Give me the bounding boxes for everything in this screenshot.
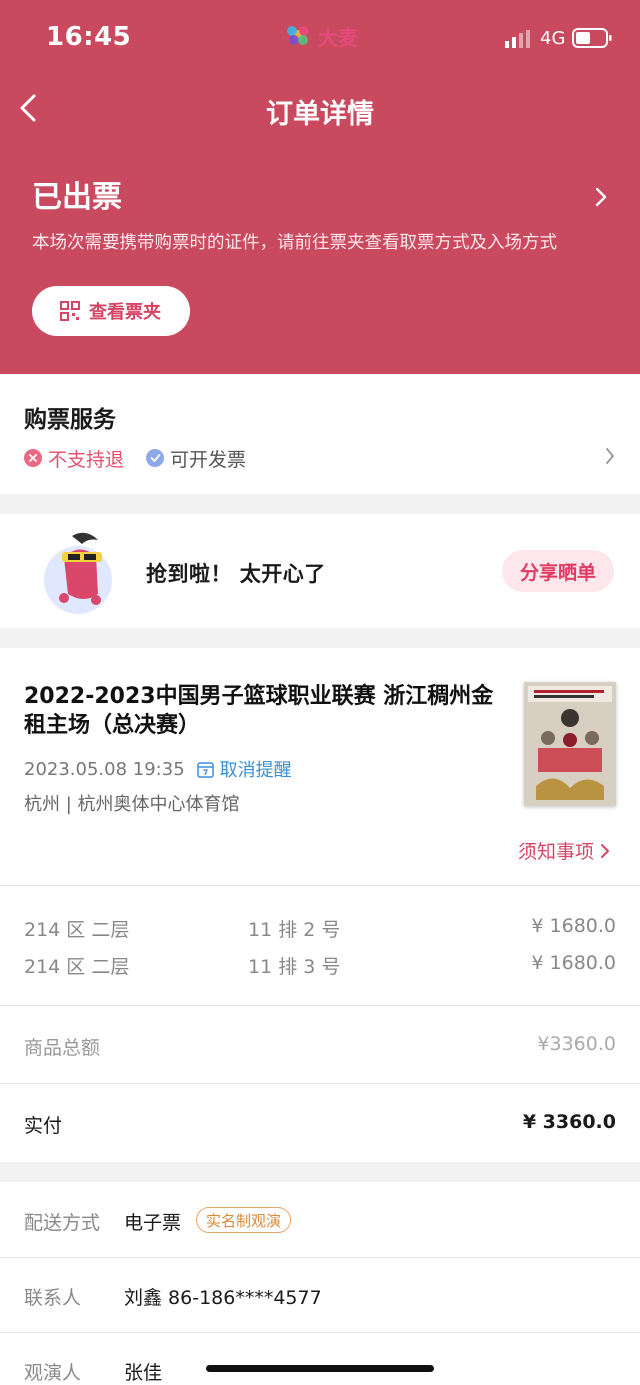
share-message: 抢到啦！ 太开心了 xyxy=(146,562,326,586)
event-card: 2022-2023中国男子篮球职业联赛 浙江稠州金租主场（总决赛） 2023.0… xyxy=(0,648,640,1162)
network-type: 4G xyxy=(540,28,566,49)
viewer-label: 观演人 xyxy=(24,1362,82,1384)
real-name-badge: 实名制观演 xyxy=(196,1207,292,1233)
order-status-header: 16:45 大麦 4G 订单详情 已出票 本场次需要携带购票时的证件，请前往票夹… xyxy=(0,0,640,374)
event-time-row: 2023.05.08 19:35 取消提醒 xyxy=(24,756,292,782)
calendar-icon[interactable] xyxy=(196,761,214,778)
chevron-right-icon[interactable] xyxy=(604,446,616,466)
share-card: 抢到啦！ 太开心了 分享晒单 xyxy=(0,514,640,628)
page-title: 订单详情 xyxy=(266,99,374,130)
paid-row: 实付 ¥ 3360.0 xyxy=(24,1111,616,1138)
home-indicator[interactable] xyxy=(206,1365,434,1372)
goods-total-label: 商品总额 xyxy=(24,1037,101,1059)
seat-price: ¥ 1680.0 xyxy=(531,915,616,937)
delivery-method-label: 配送方式 xyxy=(24,1212,101,1234)
notice-link[interactable]: 须知事项 xyxy=(518,837,610,864)
event-poster-image[interactable] xyxy=(524,682,616,806)
qr-code-icon xyxy=(60,301,80,321)
seat-area: 214 区 二层 xyxy=(24,919,130,941)
share-order-button[interactable]: 分享晒单 xyxy=(502,550,614,592)
signal-icon xyxy=(505,30,530,48)
service-tags: 不支持退 可开发票 xyxy=(24,444,246,472)
navigation-bar: 订单详情 xyxy=(0,80,640,136)
viewer-value: 张佳 xyxy=(124,1362,163,1384)
purchase-service-title: 购票服务 xyxy=(24,407,116,433)
goods-total-row: 商品总额 ¥3360.0 xyxy=(24,1033,616,1060)
event-venue: 杭州 | 杭州奥体中心体育馆 xyxy=(24,794,240,815)
view-ticket-wallet-label: 查看票夹 xyxy=(89,302,161,323)
purchase-service-card[interactable]: 购票服务 不支持退 可开发票 xyxy=(0,374,640,494)
divider xyxy=(0,885,640,886)
brand-text: 大麦 xyxy=(318,26,358,50)
seat-number: 11 排 3 号 xyxy=(248,956,341,978)
divider xyxy=(0,1257,640,1258)
paid-label: 实付 xyxy=(24,1115,63,1137)
status-bar: 16:45 大麦 4G xyxy=(0,0,640,74)
notice-label: 须知事项 xyxy=(518,841,595,863)
delivery-method-value: 电子票 xyxy=(124,1212,182,1234)
mascot-illustration xyxy=(44,532,112,614)
view-ticket-wallet-button[interactable]: 查看票夹 xyxy=(32,286,190,336)
divider xyxy=(0,1083,640,1084)
divider xyxy=(0,1005,640,1006)
event-title[interactable]: 2022-2023中国男子篮球职业联赛 浙江稠州金租主场（总决赛） xyxy=(24,682,504,740)
battery-icon xyxy=(572,28,612,48)
status-time: 16:45 xyxy=(46,22,132,52)
seat-price: ¥ 1680.0 xyxy=(531,952,616,974)
seat-area: 214 区 二层 xyxy=(24,956,130,978)
no-refund-icon xyxy=(24,449,42,467)
order-status-title[interactable]: 已出票 xyxy=(32,172,122,216)
contact-value: 刘鑫 86-186****4577 xyxy=(124,1287,322,1309)
paid-value: ¥ 3360.0 xyxy=(522,1111,616,1133)
divider xyxy=(0,1332,640,1333)
seat-number: 11 排 2 号 xyxy=(248,919,341,941)
order-status-description: 本场次需要携带购票时的证件，请前往票夹查看取票方式及入场方式 xyxy=(32,233,557,253)
seat-row: 214 区 二层 11 排 2 号 ¥ 1680.0 xyxy=(24,915,616,941)
seat-row: 214 区 二层 11 排 3 号 ¥ 1680.0 xyxy=(24,952,616,978)
invoice-check-icon xyxy=(146,449,165,467)
cancel-reminder-link[interactable]: 取消提醒 xyxy=(220,756,292,782)
chevron-right-icon xyxy=(601,843,610,858)
invoice-label: 可开发票 xyxy=(170,448,247,471)
delivery-card: 配送方式 电子票 实名制观演 联系人 刘鑫 86-186****4577 观演人… xyxy=(0,1182,640,1385)
chevron-right-icon[interactable] xyxy=(594,186,608,208)
goods-total-value: ¥3360.0 xyxy=(537,1033,616,1055)
event-datetime: 2023.05.08 19:35 xyxy=(24,758,185,780)
contact-label: 联系人 xyxy=(24,1287,82,1309)
no-refund-label: 不支持退 xyxy=(48,448,125,471)
